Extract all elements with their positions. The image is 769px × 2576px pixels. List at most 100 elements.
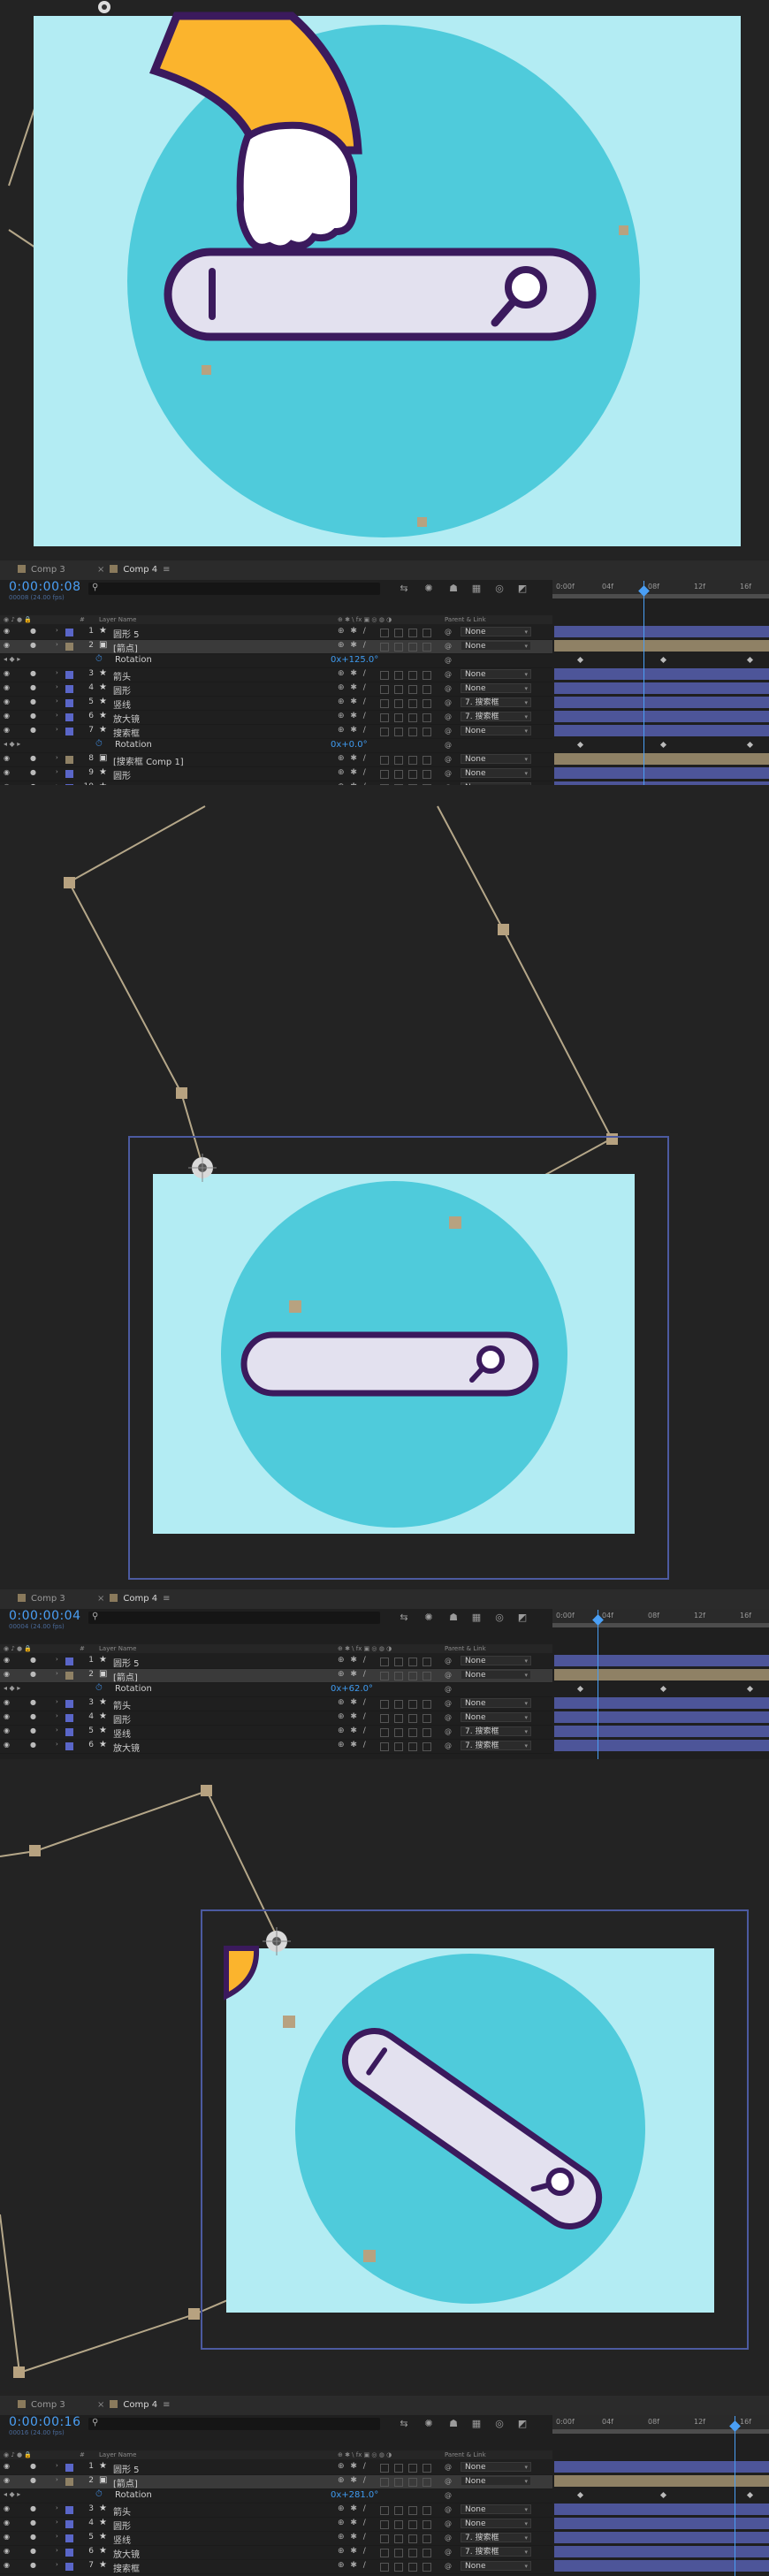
label-color-swatch[interactable] <box>65 643 73 651</box>
switch-box[interactable] <box>423 1714 431 1723</box>
switch-box[interactable] <box>423 2534 431 2543</box>
switch-box[interactable] <box>394 2520 403 2529</box>
switch-box[interactable] <box>423 2464 431 2473</box>
parent-dropdown[interactable]: None▾ <box>461 1670 531 1680</box>
switch-box[interactable] <box>408 770 417 779</box>
label-color-swatch[interactable] <box>65 1700 73 1708</box>
switch-box[interactable] <box>394 685 403 694</box>
layer-duration-bar[interactable] <box>554 682 769 694</box>
parent-dropdown[interactable]: 7. 搜索框 ▾ <box>461 2547 531 2557</box>
switch-box[interactable] <box>394 1700 403 1709</box>
property-value[interactable]: 0x+125.0° <box>331 655 378 665</box>
solo-icon[interactable]: ● <box>30 754 36 762</box>
layer-switches[interactable]: ⊕ ✱ / <box>338 1726 368 1735</box>
switch-box[interactable] <box>380 2549 389 2557</box>
label-color-swatch[interactable] <box>65 1658 73 1665</box>
label-color-swatch[interactable] <box>65 685 73 693</box>
layer-switches[interactable]: ⊕ ✱ / <box>338 1698 368 1707</box>
layer-switches[interactable]: ⊕ ✱ / <box>338 2519 368 2527</box>
layer-duration-bar[interactable] <box>554 2560 769 2572</box>
layer-row[interactable]: ◉ ● › 6 ★ 放大镜 ⊕ ✱ / @7. 搜索框 ▾ <box>0 2546 552 2560</box>
layer-row[interactable]: ◉ ● › 1 ★ 圆形 5 ⊕ ✱ / @ None ▾ <box>0 2461 552 2475</box>
expand-arrow-icon[interactable]: › <box>56 2504 58 2511</box>
draft-3d-icon[interactable]: ✺ <box>423 583 435 595</box>
layer-switches[interactable]: ⊕ ✱ / <box>338 697 368 706</box>
parent-dropdown[interactable]: 7. 搜索框 ▾ <box>461 697 531 707</box>
layer-search-input[interactable]: ⚲ <box>88 2418 380 2430</box>
graph-editor-icon[interactable]: ◩ <box>516 1612 529 1624</box>
property-row[interactable]: ◂ ◆ ▸ ⏱ Rotation 0x+0.0° @ <box>0 739 552 753</box>
keyframe-marker[interactable] <box>577 2491 584 2499</box>
shy-icon[interactable]: ☗ <box>447 583 460 595</box>
layer-row[interactable]: ◉ ● › 4 ★ 圆形 ⊕ ✱ / @ None ▾ <box>0 2518 552 2532</box>
pick-whip-icon[interactable]: @ <box>445 2519 452 2527</box>
layer-name[interactable]: 竖线 <box>113 1726 131 1740</box>
parent-dropdown[interactable]: 7. 搜索框 ▾ <box>461 712 531 721</box>
parent-dropdown[interactable]: None▾ <box>461 2519 531 2528</box>
layer-switches[interactable]: ⊕ ✱ / <box>338 768 368 777</box>
property-row[interactable]: ◂ ◆ ▸ ⏱ Rotation 0x+125.0° @ <box>0 654 552 668</box>
switch-box[interactable] <box>380 1700 389 1709</box>
pick-whip-icon[interactable]: @ <box>445 2505 452 2513</box>
property-row[interactable]: ◂ ◆ ▸ ⏱ Rotation 0x+281.0° @ <box>0 2489 552 2504</box>
pick-whip-icon[interactable]: @ <box>445 1741 452 1749</box>
stopwatch-icon[interactable]: ⏱ <box>95 739 103 749</box>
pick-whip-icon[interactable]: @ <box>445 2548 452 2556</box>
layer-search-input[interactable]: ⚲ <box>88 583 380 595</box>
visibility-eye-icon[interactable]: ◉ <box>4 712 10 720</box>
keyframe-marker[interactable] <box>659 741 666 749</box>
property-value[interactable]: 0x+62.0° <box>331 1684 373 1694</box>
switch-box[interactable] <box>423 2520 431 2529</box>
parent-dropdown[interactable]: 7. 搜索框 ▾ <box>461 2533 531 2542</box>
pick-whip-icon[interactable]: @ <box>445 727 452 735</box>
motion-blur-icon[interactable]: ◎ <box>493 583 506 595</box>
pick-whip-icon[interactable]: @ <box>445 642 452 650</box>
switch-box[interactable] <box>380 756 389 765</box>
frame-blending-icon[interactable]: ▦ <box>470 2418 483 2430</box>
layer-duration-bar[interactable] <box>554 2475 769 2487</box>
visibility-eye-icon[interactable]: ◉ <box>4 2561 10 2569</box>
switch-box[interactable] <box>408 699 417 708</box>
expand-arrow-icon[interactable]: › <box>56 641 58 648</box>
pick-whip-icon[interactable]: @ <box>445 628 452 636</box>
pick-whip-icon[interactable]: @ <box>445 755 452 763</box>
current-time-display[interactable]: 0:00:00:16 <box>9 2415 81 2429</box>
layer-name[interactable]: 圆形 5 <box>113 627 140 640</box>
pick-whip-icon[interactable]: @ <box>445 1727 452 1735</box>
switch-box[interactable] <box>423 1742 431 1751</box>
switch-box[interactable] <box>408 1658 417 1666</box>
keyframe-marker[interactable] <box>577 656 584 664</box>
switch-box[interactable] <box>380 2506 389 2515</box>
label-color-swatch[interactable] <box>65 2563 73 2571</box>
keyframe-marker[interactable] <box>659 2491 666 2499</box>
parent-dropdown[interactable]: None▾ <box>461 726 531 735</box>
switch-box[interactable] <box>423 728 431 736</box>
layer-duration-bar[interactable] <box>554 2546 769 2557</box>
layer-row[interactable]: ◉ ● › 6 ★ 放大镜 ⊕ ✱ / @7. 搜索框 ▾ <box>0 711 552 725</box>
solo-icon[interactable]: ● <box>30 1741 36 1749</box>
pick-whip-icon[interactable]: @ <box>445 1713 452 1721</box>
expand-arrow-icon[interactable]: › <box>56 669 58 676</box>
current-time-display[interactable]: 0:00:00:08 <box>9 580 81 594</box>
parent-dropdown[interactable]: None▾ <box>461 669 531 679</box>
draft-3d-icon[interactable]: ✺ <box>423 1612 435 1624</box>
switch-box[interactable] <box>408 671 417 680</box>
switch-box[interactable] <box>394 699 403 708</box>
tab-comp-3[interactable]: Comp 3 <box>18 1589 65 1609</box>
keyframe-navigator-icon[interactable]: ◂ ◆ ▸ <box>4 655 20 663</box>
solo-icon[interactable]: ● <box>30 641 36 649</box>
label-color-swatch[interactable] <box>65 629 73 636</box>
layer-duration-bar[interactable] <box>554 697 769 708</box>
solo-icon[interactable]: ● <box>30 1712 36 1720</box>
time-ruler[interactable]: 0:00f 04f 08f 12f 16f <box>552 1609 769 1623</box>
switch-box[interactable] <box>408 728 417 736</box>
parent-dropdown[interactable]: None▾ <box>461 2462 531 2472</box>
layer-name[interactable]: 放大镜 <box>113 1741 140 1754</box>
layer-duration-bar[interactable] <box>554 725 769 736</box>
layer-duration-bar[interactable] <box>554 2461 769 2473</box>
label-color-swatch[interactable] <box>65 2478 73 2486</box>
keyframe-navigator-icon[interactable]: ◂ ◆ ▸ <box>4 1684 20 1692</box>
parent-dropdown[interactable]: 7. 搜索框 ▾ <box>461 1726 531 1736</box>
layer-row[interactable]: ◉ ● › 5 ★ 竖线 ⊕ ✱ / @7. 搜索框 ▾ <box>0 697 552 711</box>
switch-box[interactable] <box>394 1658 403 1666</box>
